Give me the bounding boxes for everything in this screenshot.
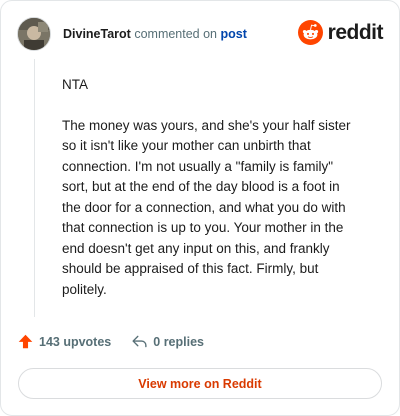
upvote-count: 143 upvotes	[39, 334, 112, 349]
username-link[interactable]: DivineTarot	[63, 27, 131, 41]
comment-meta: DivineTarot commented on post	[63, 27, 247, 41]
comment-paragraph: NTA	[62, 77, 88, 92]
avatar-image	[18, 18, 50, 50]
reddit-wordmark: reddit	[327, 20, 384, 44]
view-more-button[interactable]: View more on Reddit	[18, 368, 382, 399]
reddit-logo[interactable]: reddit	[297, 20, 384, 45]
commented-on-text: commented on	[134, 27, 218, 41]
comment-body: NTA The money was yours, and she's your …	[62, 75, 362, 320]
comment-embed-card: DivineTarot commented on post reddit NTA…	[0, 0, 400, 416]
reddit-snoo-icon	[297, 20, 323, 45]
reply-arrow-icon	[132, 335, 147, 348]
post-link[interactable]: post	[221, 27, 247, 41]
comment-paragraph: The money was yours, and she's your half…	[62, 117, 351, 297]
thread-line	[34, 59, 35, 317]
upvote-button[interactable]: 143 upvotes	[17, 333, 111, 350]
comment-header: DivineTarot commented on post reddit	[17, 17, 384, 51]
reply-count: 0 replies	[153, 334, 204, 349]
comment-actions: 143 upvotes 0 replies	[17, 333, 204, 350]
upvote-arrow-icon	[18, 334, 33, 349]
replies-button[interactable]: 0 replies	[131, 333, 204, 350]
user-avatar[interactable]	[17, 17, 51, 51]
